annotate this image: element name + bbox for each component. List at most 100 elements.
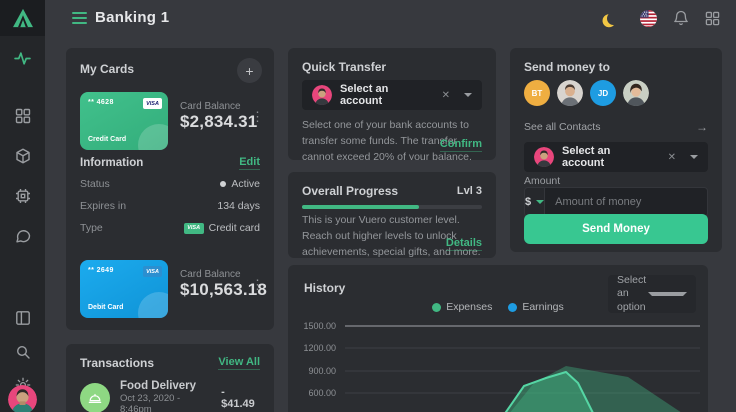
info-row-type: Type VISA Credit card xyxy=(80,222,260,234)
clear-icon[interactable]: ✕ xyxy=(436,90,456,101)
card-type-label: Debit Card xyxy=(88,304,123,311)
user-avatar[interactable] xyxy=(8,385,37,412)
account-avatar xyxy=(534,147,554,167)
cube-icon xyxy=(15,148,31,164)
send-money-title: Send money to xyxy=(524,60,610,74)
card-type-label: Credit Card xyxy=(88,136,126,143)
sidebar-item-messages[interactable] xyxy=(0,228,45,244)
details-link[interactable]: Details xyxy=(446,237,482,251)
arrow-right-icon[interactable]: → xyxy=(696,120,708,134)
clear-icon[interactable]: ✕ xyxy=(662,152,682,163)
card-decoration xyxy=(138,292,168,318)
transaction-amount: - $41.49 xyxy=(221,386,260,410)
chevron-down-icon xyxy=(690,155,698,159)
contact-avatar-photo[interactable] xyxy=(557,80,583,106)
progress-bar-track xyxy=(302,205,482,209)
overall-progress-panel: Overall Progress Lvl 3 This is your Vuer… xyxy=(288,172,496,258)
app-logo[interactable] xyxy=(0,0,45,36)
send-money-button[interactable]: Send Money xyxy=(524,214,708,244)
send-money-panel: Send money to BT JD See all Contacts → S… xyxy=(510,48,722,252)
page-title: Banking 1 xyxy=(95,9,169,26)
level-badge: Lvl 3 xyxy=(457,185,482,197)
triangle-logo-icon xyxy=(12,8,34,28)
add-card-button[interactable]: + xyxy=(237,58,262,83)
quick-transfer-title: Quick Transfer xyxy=(302,60,386,74)
contact-avatar-photo[interactable] xyxy=(623,80,649,106)
info-value: Active xyxy=(231,178,260,190)
sidebar-item-dashboards[interactable] xyxy=(0,108,45,124)
info-value: 134 days xyxy=(217,200,260,212)
card-menu-icon[interactable]: ⋮ xyxy=(251,110,264,123)
card-menu-icon[interactable]: ⋮ xyxy=(251,278,264,291)
info-label: Expires in xyxy=(80,200,126,212)
us-flag-icon[interactable] xyxy=(640,10,657,27)
info-value: Credit card xyxy=(209,222,260,234)
sidebar xyxy=(0,0,45,412)
top-navbar: Banking 1 xyxy=(45,0,736,36)
card-number: ** 2649 xyxy=(88,267,114,274)
transaction-row[interactable]: Food Delivery Oct 23, 2020 - 8:46pm - $4… xyxy=(80,380,260,412)
visa-badge-small: VISA xyxy=(184,223,204,234)
info-row-status: Status Active xyxy=(80,178,260,190)
food-delivery-icon xyxy=(80,383,110,412)
credit-card[interactable]: ** 4628 VISA Credit Card xyxy=(80,92,168,150)
chevron-down-icon xyxy=(536,200,544,204)
balance-label: Card Balance xyxy=(180,101,257,112)
sidebar-item-components[interactable] xyxy=(0,148,45,164)
info-row-expires: Expires in 134 days xyxy=(80,200,260,212)
edit-link[interactable]: Edit xyxy=(239,156,260,170)
amount-label: Amount xyxy=(524,175,560,187)
debit-card[interactable]: ** 2649 VISA Debit Card xyxy=(80,260,168,318)
card-decoration xyxy=(138,124,168,150)
transactions-title: Transactions xyxy=(80,356,154,370)
transactions-panel: Transactions View All Food Delivery Oct … xyxy=(66,344,274,412)
account-select-label: Select an account xyxy=(340,83,428,107)
visa-badge: VISA xyxy=(143,266,162,277)
information-title: Information xyxy=(80,157,143,169)
amount-input[interactable] xyxy=(545,188,707,216)
account-select[interactable]: Select an account ✕ xyxy=(302,80,482,110)
my-cards-panel: My Cards + ** 4628 VISA Credit Card Card… xyxy=(66,48,274,330)
grid-icon xyxy=(15,108,31,124)
dark-mode-moon-icon[interactable] xyxy=(606,10,621,25)
my-cards-title: My Cards xyxy=(80,62,134,76)
contact-avatar-bt[interactable]: BT xyxy=(524,80,550,106)
view-all-link[interactable]: View All xyxy=(218,356,260,370)
quick-transfer-panel: Quick Transfer Select an account ✕ Selec… xyxy=(288,48,496,160)
sidebar-item-layouts[interactable] xyxy=(0,310,45,326)
currency-select[interactable]: $ xyxy=(525,188,545,216)
transaction-date: Oct 23, 2020 - 8:46pm xyxy=(120,393,211,412)
sidebar-item-activity[interactable] xyxy=(0,50,45,67)
send-account-select[interactable]: Select an account ✕ xyxy=(524,142,708,172)
currency-symbol: $ xyxy=(525,196,531,208)
history-panel: History Select an option Expenses Earnin… xyxy=(288,265,708,412)
transaction-title: Food Delivery xyxy=(120,380,211,392)
sidebar-item-elements[interactable] xyxy=(0,188,45,204)
sidebar-item-search[interactable] xyxy=(0,344,45,360)
confirm-link[interactable]: Confirm xyxy=(440,138,482,152)
user-avatar-image xyxy=(8,385,37,412)
history-chart[interactable] xyxy=(288,265,708,412)
info-label: Status xyxy=(80,178,110,190)
overall-progress-title: Overall Progress xyxy=(302,184,398,198)
see-all-contacts-label[interactable]: See all Contacts xyxy=(524,121,600,133)
menu-toggle-icon[interactable] xyxy=(72,12,87,27)
visa-badge: VISA xyxy=(143,98,162,109)
activity-icon xyxy=(14,50,31,67)
overall-progress-description: This is your Vuero customer level. Reach… xyxy=(302,213,482,258)
bell-icon[interactable] xyxy=(673,10,689,26)
contact-avatar-jd[interactable]: JD xyxy=(590,80,616,106)
status-dot xyxy=(220,181,226,187)
send-account-select-label: Select an account xyxy=(562,145,654,169)
apps-grid-icon[interactable] xyxy=(705,11,720,26)
progress-bar-fill xyxy=(302,205,419,209)
search-icon xyxy=(15,344,31,360)
chat-icon xyxy=(15,228,31,244)
amount-input-group: $ xyxy=(524,187,708,217)
cpu-icon xyxy=(15,188,31,204)
columns-icon xyxy=(15,310,31,326)
balance-value: $2,834.31 xyxy=(180,112,257,132)
card-number: ** 4628 xyxy=(88,99,114,106)
account-avatar xyxy=(312,85,332,105)
info-label: Type xyxy=(80,222,103,234)
